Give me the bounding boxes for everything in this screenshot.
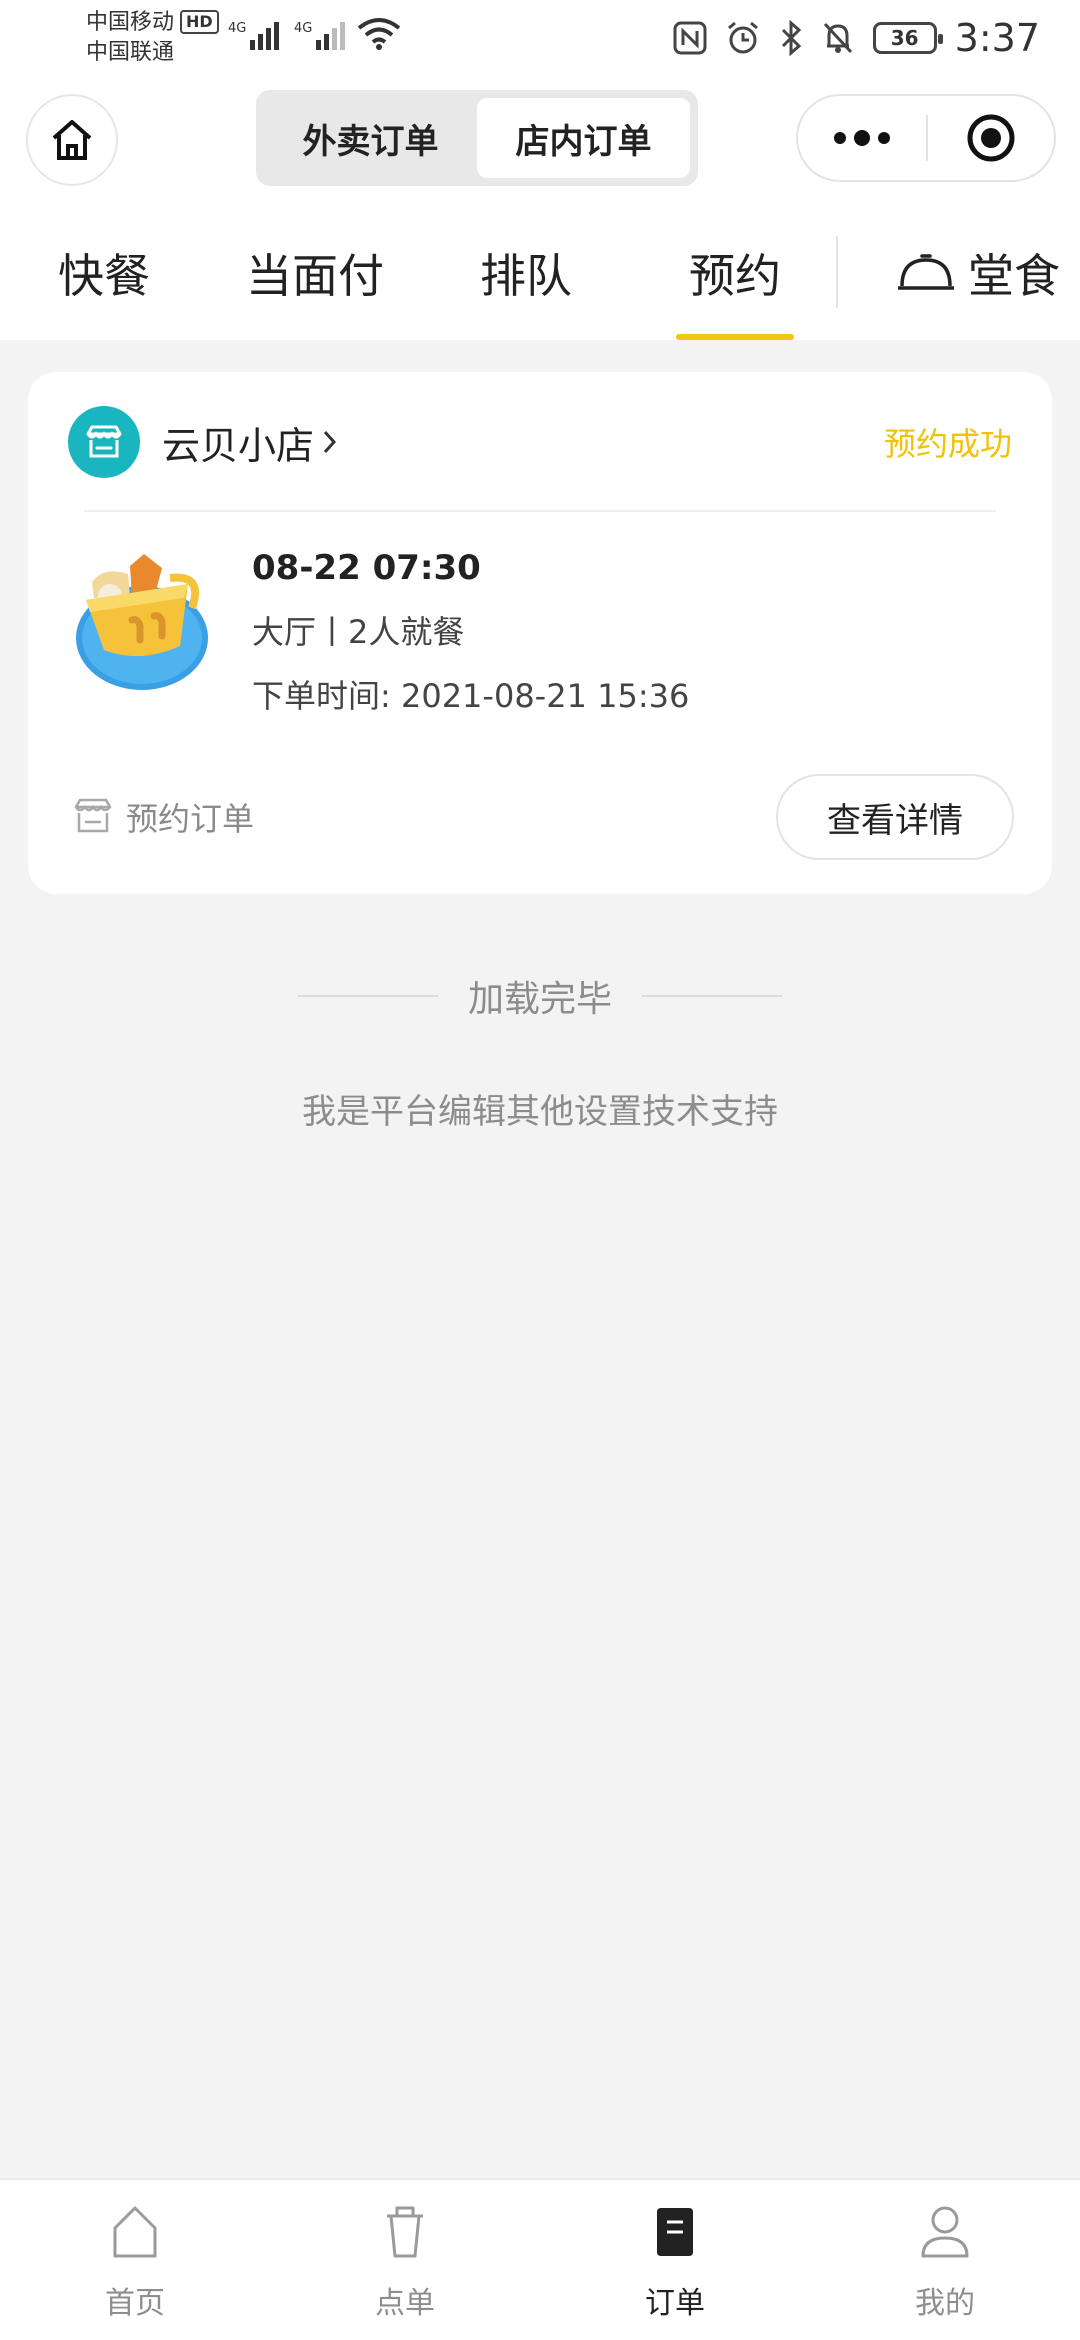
order-type-label: 预约订单 bbox=[126, 800, 255, 838]
view-details-button[interactable]: 查看详情 bbox=[776, 774, 1014, 860]
wifi-icon bbox=[357, 18, 401, 50]
mute-bell-icon bbox=[823, 22, 852, 54]
tab-divider bbox=[836, 236, 838, 308]
nav-order-food[interactable]: 点单 bbox=[270, 2180, 540, 2340]
store-name: 云贝小店 bbox=[162, 423, 315, 468]
chevron-right-icon bbox=[323, 430, 337, 454]
card-divider bbox=[84, 510, 996, 512]
bottom-nav: 首页 点单 订单 我的 bbox=[0, 2178, 1080, 2340]
more-dot-icon bbox=[834, 132, 846, 144]
clock: 3:37 bbox=[954, 16, 1040, 60]
network-2-label: 4G bbox=[294, 21, 312, 36]
nav-home[interactable]: 首页 bbox=[0, 2180, 270, 2340]
network-1-label: 4G bbox=[228, 21, 246, 36]
nfc-icon bbox=[673, 21, 707, 55]
tab-label: 预约 bbox=[689, 249, 781, 303]
alarm-icon bbox=[727, 21, 758, 54]
nav-mine[interactable]: 我的 bbox=[810, 2180, 1080, 2340]
tab-label: 排队 bbox=[480, 249, 572, 303]
tab-label: 堂食 bbox=[968, 249, 1060, 303]
order-time-row: 下单时间: 2021-08-21 15:36 bbox=[252, 672, 689, 720]
nav-orders[interactable]: 订单 bbox=[540, 2180, 810, 2340]
battery-indicator: 36 bbox=[872, 22, 943, 54]
divider-line bbox=[297, 995, 438, 997]
mini-program-capsule bbox=[796, 94, 1056, 182]
home-icon bbox=[52, 120, 92, 160]
active-tab-indicator bbox=[676, 334, 794, 340]
tab-label: 快餐 bbox=[58, 249, 150, 303]
app-screen: { "status_bar": { "carrier_1": "中国移动", "… bbox=[0, 0, 1080, 2340]
category-tabs: 快餐 当面付 排队 预约 堂食 bbox=[0, 206, 1080, 340]
order-time-label: 下单时间: bbox=[252, 677, 391, 715]
tab-dine-in[interactable]: 堂食 bbox=[876, 206, 1080, 340]
carrier-2: 中国联通 bbox=[86, 40, 175, 65]
signal-2-icon: 4G bbox=[294, 21, 345, 50]
bluetooth-icon bbox=[781, 20, 801, 56]
nav-orders-label: 订单 bbox=[645, 2286, 705, 2321]
user-icon bbox=[921, 2206, 969, 2258]
status-bar: 中国移动 HD 中国联通 4G 4G 36 3:37 bbox=[0, 0, 1080, 80]
basket-illustration-icon bbox=[76, 554, 208, 690]
store-icon bbox=[86, 425, 122, 458]
load-complete-text: 加载完毕 bbox=[467, 979, 612, 1020]
order-type-switch: 外卖订单 店内订单 bbox=[256, 90, 698, 186]
order-icon bbox=[657, 2208, 693, 2256]
order-status: 预约成功 bbox=[883, 425, 1012, 463]
nav-mine-label: 我的 bbox=[915, 2286, 975, 2321]
order-card[interactable]: 云贝小店 预约成功 08-22 07:30 大厅丨2人就餐 下单时间: 2021… bbox=[28, 372, 1052, 894]
order-time-value: 2021-08-21 15:36 bbox=[400, 677, 690, 715]
more-button[interactable] bbox=[798, 96, 926, 180]
close-button[interactable] bbox=[928, 112, 1054, 164]
order-info: 08-22 07:30 大厅丨2人就餐 下单时间: 2021-08-21 15:… bbox=[252, 544, 689, 720]
tab-label: 当面付 bbox=[246, 249, 384, 303]
tech-support-text: 我是平台编辑其他设置技术支持 bbox=[302, 1092, 778, 1132]
carrier-info: 中国移动 HD 中国联通 bbox=[86, 8, 219, 68]
tab-pay-in-person[interactable]: 当面付 bbox=[236, 206, 394, 340]
divider-line bbox=[642, 995, 782, 997]
tab-fast-food[interactable]: 快餐 bbox=[34, 206, 174, 340]
tab-delivery-orders[interactable]: 外卖订单 bbox=[264, 98, 477, 178]
home-icon bbox=[113, 2206, 157, 2258]
nav-home-label: 首页 bbox=[105, 2286, 165, 2321]
store-row[interactable]: 云贝小店 预约成功 bbox=[68, 406, 1012, 478]
carrier-1: 中国移动 bbox=[86, 10, 175, 35]
target-icon bbox=[967, 114, 1015, 162]
seat-info: 大厅丨2人就餐 bbox=[252, 613, 465, 651]
tab-queue[interactable]: 排队 bbox=[456, 206, 596, 340]
home-button[interactable] bbox=[26, 94, 118, 186]
nav-order-food-label: 点单 bbox=[375, 2286, 435, 2321]
more-dot-icon bbox=[878, 132, 890, 144]
cloche-icon bbox=[898, 254, 954, 290]
reserve-time: 08-22 07:30 bbox=[252, 548, 481, 588]
load-complete: 加载完毕 bbox=[0, 968, 1080, 1024]
status-right: 36 3:37 bbox=[673, 10, 1040, 66]
header: 外卖订单 店内订单 bbox=[0, 80, 1080, 206]
signal-1-icon: 4G bbox=[228, 21, 279, 50]
tab-reservation[interactable]: 预约 bbox=[676, 206, 794, 340]
tab-instore-orders[interactable]: 店内订单 bbox=[477, 98, 690, 178]
more-dot-icon bbox=[854, 130, 870, 146]
cup-icon bbox=[387, 2206, 423, 2258]
hd-badge: HD bbox=[180, 10, 219, 34]
shop-icon bbox=[74, 798, 112, 833]
store-avatar bbox=[68, 406, 140, 478]
